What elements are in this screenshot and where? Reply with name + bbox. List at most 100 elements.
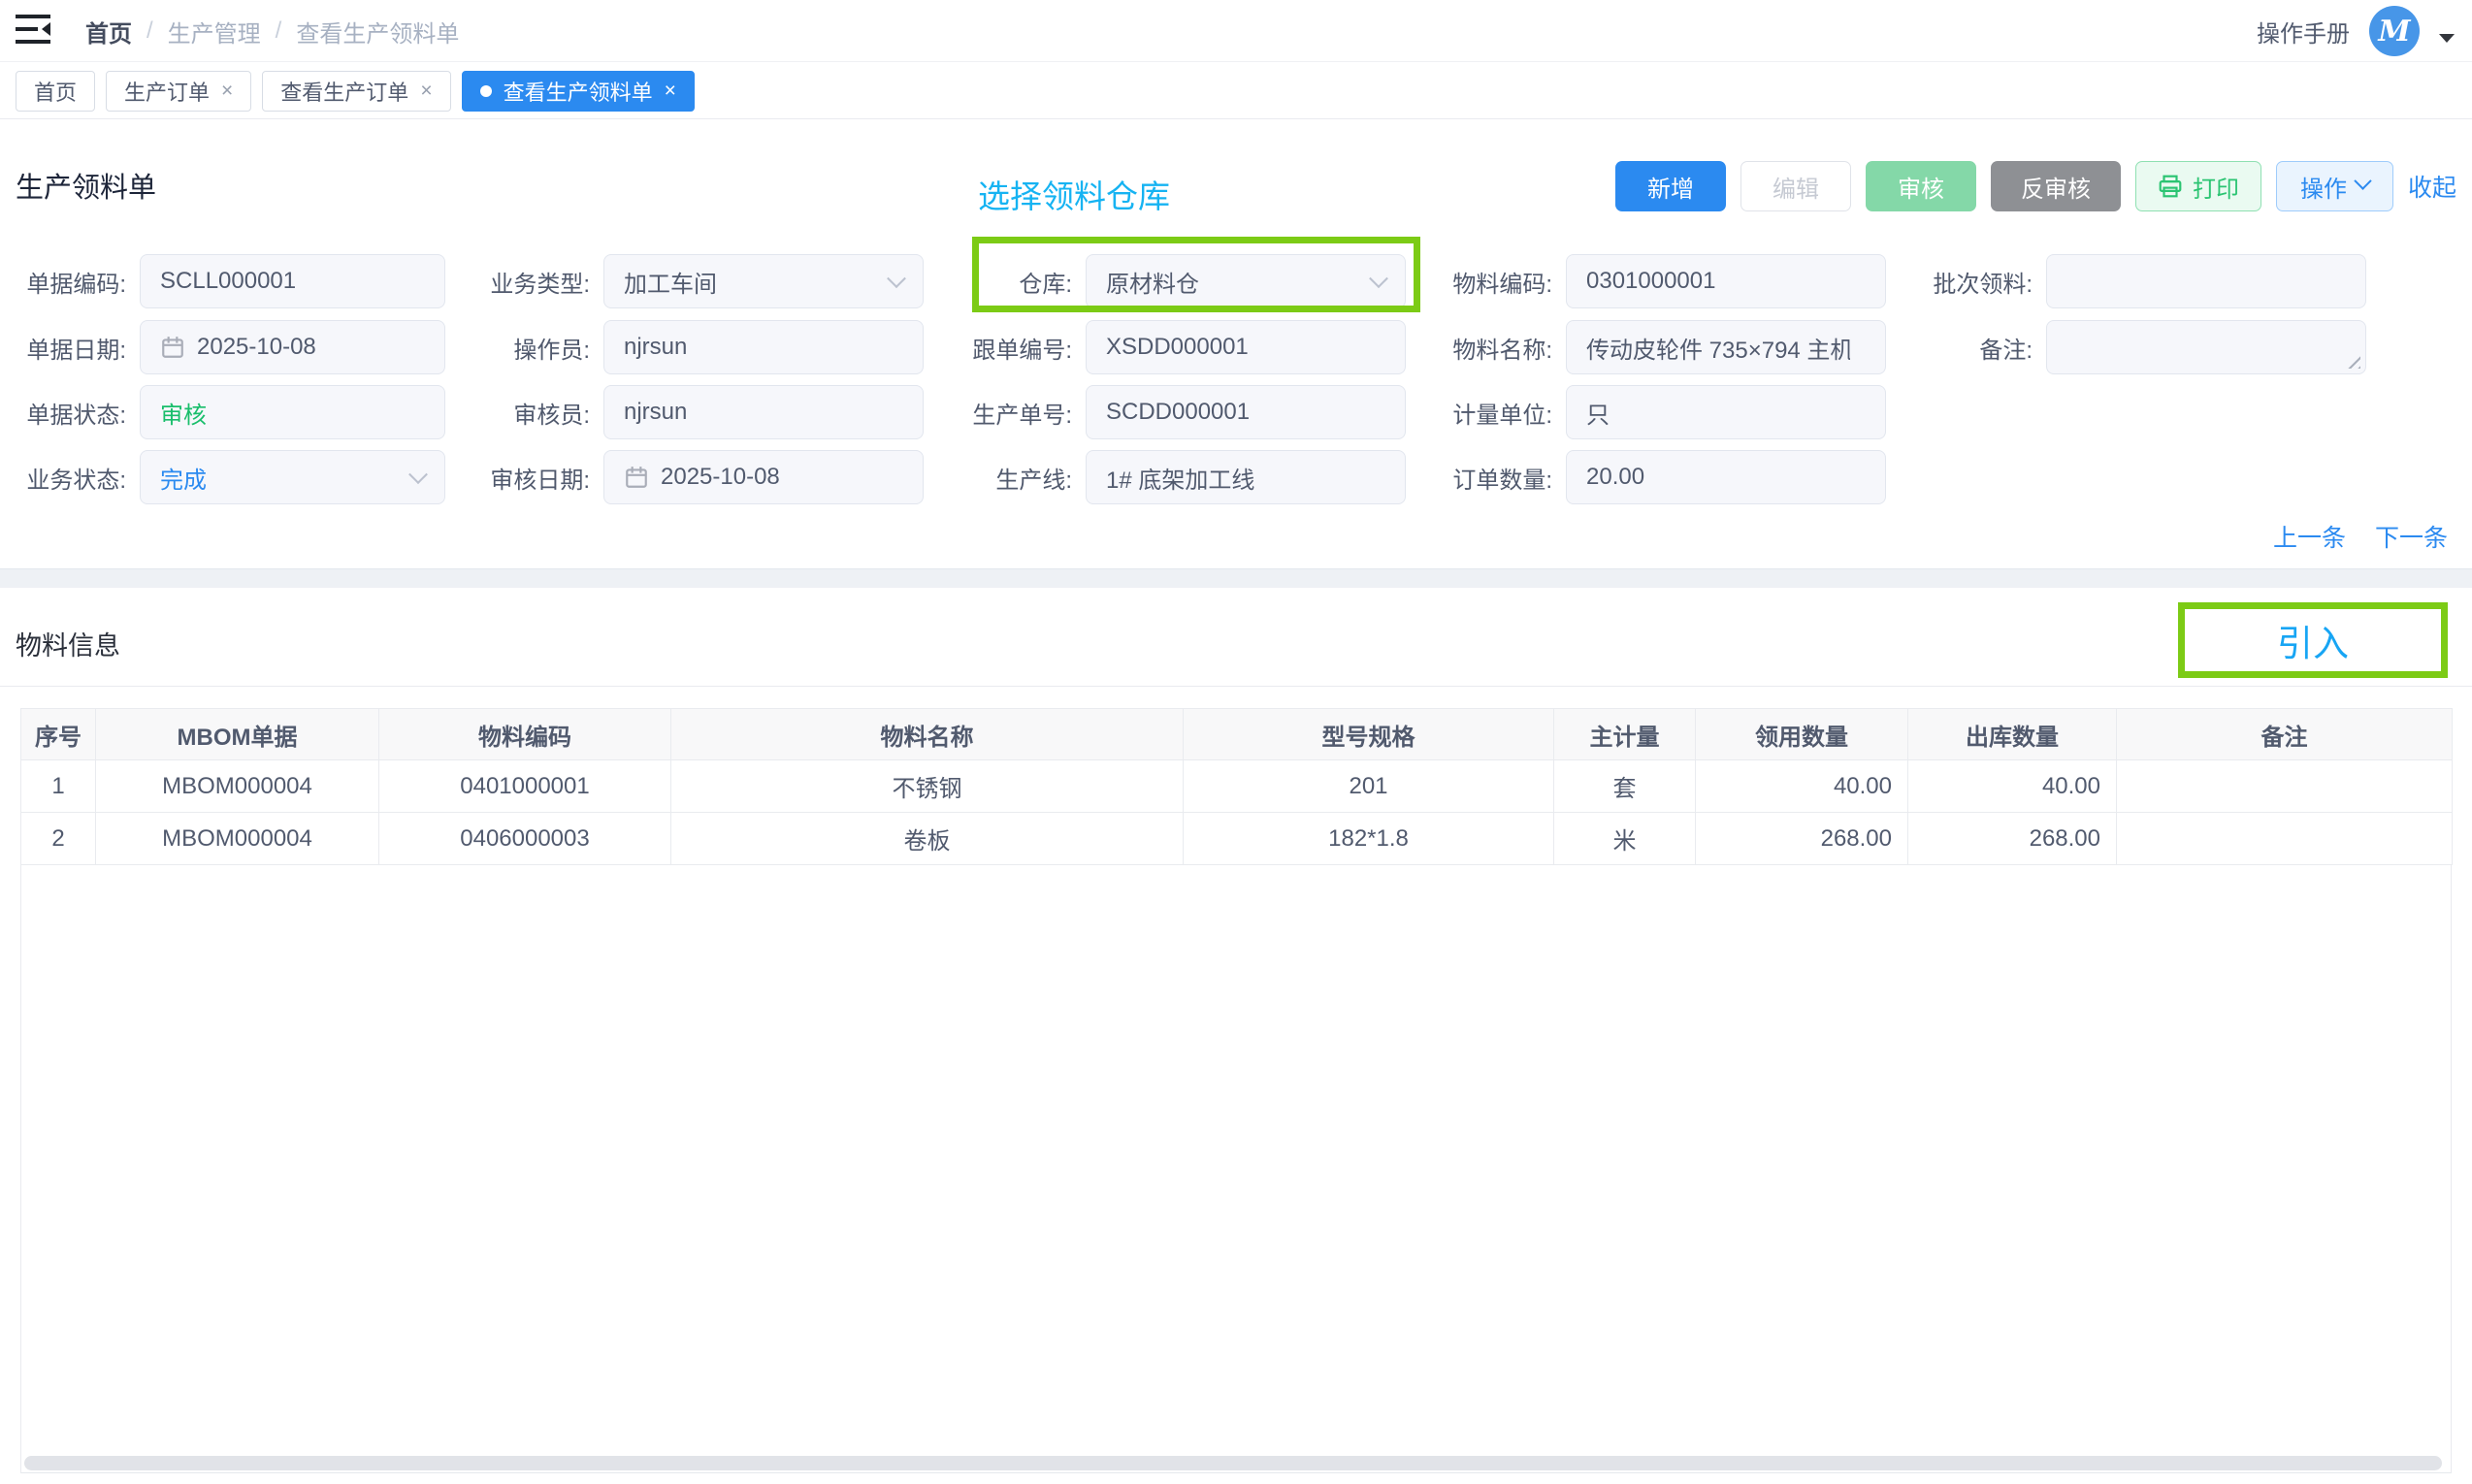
field-input[interactable]: njrsun: [603, 320, 924, 374]
tab[interactable]: 查看生产领料单 ×: [462, 71, 695, 112]
column-header: 物料编码: [379, 709, 671, 760]
audit-button[interactable]: 审核: [1866, 161, 1976, 211]
field-input[interactable]: 传动皮轮件 735×794 主机孔54: [1566, 320, 1886, 374]
avatar-letter: M: [2378, 15, 2410, 48]
form-field: 单据日期: 2025-10-08: [10, 320, 445, 374]
field-label: 业务状态:: [10, 461, 126, 495]
field-input[interactable]: 2025-10-08: [603, 450, 924, 504]
field-value: njrsun: [624, 334, 687, 361]
table-cell: 201: [1184, 760, 1554, 813]
form-field: 审核员: njrsun: [473, 385, 924, 439]
table-cell: 套: [1554, 760, 1696, 813]
field-value: 20.00: [1586, 464, 1644, 491]
avatar[interactable]: M: [2369, 6, 2420, 56]
actions-dropdown-button[interactable]: 操作: [2276, 161, 2393, 211]
column-header: 物料名称: [671, 709, 1184, 760]
table-cell: 182*1.8: [1184, 813, 1554, 865]
table-cell: [2117, 813, 2453, 865]
form-field: 业务类型: 加工车间: [473, 254, 924, 308]
horizontal-scrollbar[interactable]: [24, 1456, 2442, 1470]
breadcrumb-item[interactable]: 生产管理: [168, 15, 261, 48]
top-bar-right: 操作手册 M: [2257, 0, 2455, 62]
edit-button[interactable]: 编辑: [1740, 161, 1851, 211]
unaudit-button[interactable]: 反审核: [1991, 161, 2121, 211]
app-window: 首页/生产管理/查看生产领料单 操作手册 M 首页 生产订单 × 查看生产订单 …: [0, 0, 2472, 1484]
import-button[interactable]: 引入: [2277, 614, 2349, 666]
field-input[interactable]: [2046, 254, 2366, 308]
actions-button-label: 操作: [2300, 170, 2347, 204]
field-value: njrsun: [624, 399, 687, 426]
field-input[interactable]: [2046, 320, 2366, 374]
next-record-link[interactable]: 下一条: [2375, 519, 2448, 554]
column-header: 领用数量: [1696, 709, 1908, 760]
toolbar: 新增 编辑 审核 反审核 打印 操作 收起: [1615, 161, 2456, 211]
tab-label: 首页: [34, 76, 77, 107]
form-row: 单据日期: 2025-10-08 操作员: njrsun 跟单编号:: [0, 320, 2472, 374]
table-cell: 不锈钢: [671, 760, 1184, 813]
breadcrumb-item[interactable]: 查看生产领料单: [296, 15, 459, 48]
table-cell: MBOM000004: [96, 813, 379, 865]
table-cell: 卷板: [671, 813, 1184, 865]
table-cell: [2117, 760, 2453, 813]
tab-close-icon[interactable]: ×: [420, 80, 432, 103]
printer-icon: [2158, 174, 2183, 199]
field-input[interactable]: 1# 底架加工线: [1086, 450, 1406, 504]
field-label: 生产线:: [956, 461, 1072, 495]
breadcrumb-item[interactable]: 首页: [85, 15, 132, 48]
chevron-down-icon: [2354, 172, 2371, 189]
table-cell: 268.00: [1696, 813, 1908, 865]
field-input[interactable]: 加工车间: [603, 254, 924, 308]
form-field: 单据编码: SCLL000001: [10, 254, 445, 308]
field-input[interactable]: 原材料仓: [1086, 254, 1406, 308]
field-label: 单据日期:: [10, 331, 126, 365]
tab[interactable]: 生产订单 ×: [106, 71, 251, 112]
table-cell: 2: [21, 813, 96, 865]
chevron-down-icon: [1369, 269, 1388, 288]
collapse-link[interactable]: 收起: [2408, 169, 2456, 204]
field-label: 业务类型:: [473, 265, 590, 299]
field-value: 原材料仓: [1106, 265, 1199, 299]
manual-link[interactable]: 操作手册: [2257, 15, 2350, 48]
field-input[interactable]: XSDD000001: [1086, 320, 1406, 374]
field-label: 操作员:: [473, 331, 590, 365]
print-button-label: 打印: [2193, 170, 2239, 204]
table-cell: 40.00: [1696, 760, 1908, 813]
table-row[interactable]: 2MBOM0000040406000003卷板182*1.8米268.00268…: [21, 813, 2453, 865]
column-header: 型号规格: [1184, 709, 1554, 760]
field-input[interactable]: 审核: [140, 385, 445, 439]
form-row: 单据状态: 审核 审核员: njrsun 生产单号:: [0, 385, 2472, 439]
tab-label: 查看生产领料单: [504, 76, 653, 107]
field-input[interactable]: 0301000001: [1566, 254, 1886, 308]
table-empty-area: [20, 864, 2452, 1473]
add-button[interactable]: 新增: [1615, 161, 1726, 211]
tab-close-icon[interactable]: ×: [221, 80, 233, 103]
field-input[interactable]: SCLL000001: [140, 254, 445, 308]
prev-record-link[interactable]: 上一条: [2273, 519, 2346, 554]
form-field: 物料编码: 0301000001: [1436, 254, 1886, 308]
calendar-icon: [160, 335, 185, 360]
table-cell: 0406000003: [379, 813, 671, 865]
field-input[interactable]: 20.00: [1566, 450, 1886, 504]
tab-label: 生产订单: [124, 76, 210, 107]
print-button[interactable]: 打印: [2135, 161, 2261, 211]
field-value: 完成: [160, 461, 207, 495]
field-input[interactable]: njrsun: [603, 385, 924, 439]
menu-fold-icon[interactable]: [16, 14, 52, 47]
form-field: 业务状态: 完成: [10, 450, 445, 504]
table-cell: 1: [21, 760, 96, 813]
tab[interactable]: 首页: [16, 71, 95, 112]
tab[interactable]: 查看生产订单 ×: [262, 71, 450, 112]
resize-handle-icon[interactable]: [2345, 353, 2360, 369]
caret-down-icon[interactable]: [2439, 34, 2455, 43]
form-field: 批次领料:: [1916, 254, 2366, 308]
column-header: MBOM单据: [96, 709, 379, 760]
tab-close-icon[interactable]: ×: [665, 80, 676, 103]
table-row[interactable]: 1MBOM0000040401000001不锈钢201套40.0040.00: [21, 760, 2453, 813]
field-input[interactable]: SCDD000001: [1086, 385, 1406, 439]
section-divider: [0, 568, 2472, 588]
field-input[interactable]: 只: [1566, 385, 1886, 439]
field-input[interactable]: 2025-10-08: [140, 320, 445, 374]
field-input[interactable]: 完成: [140, 450, 445, 504]
column-header: 主计量: [1554, 709, 1696, 760]
table-cell: 268.00: [1908, 813, 2117, 865]
